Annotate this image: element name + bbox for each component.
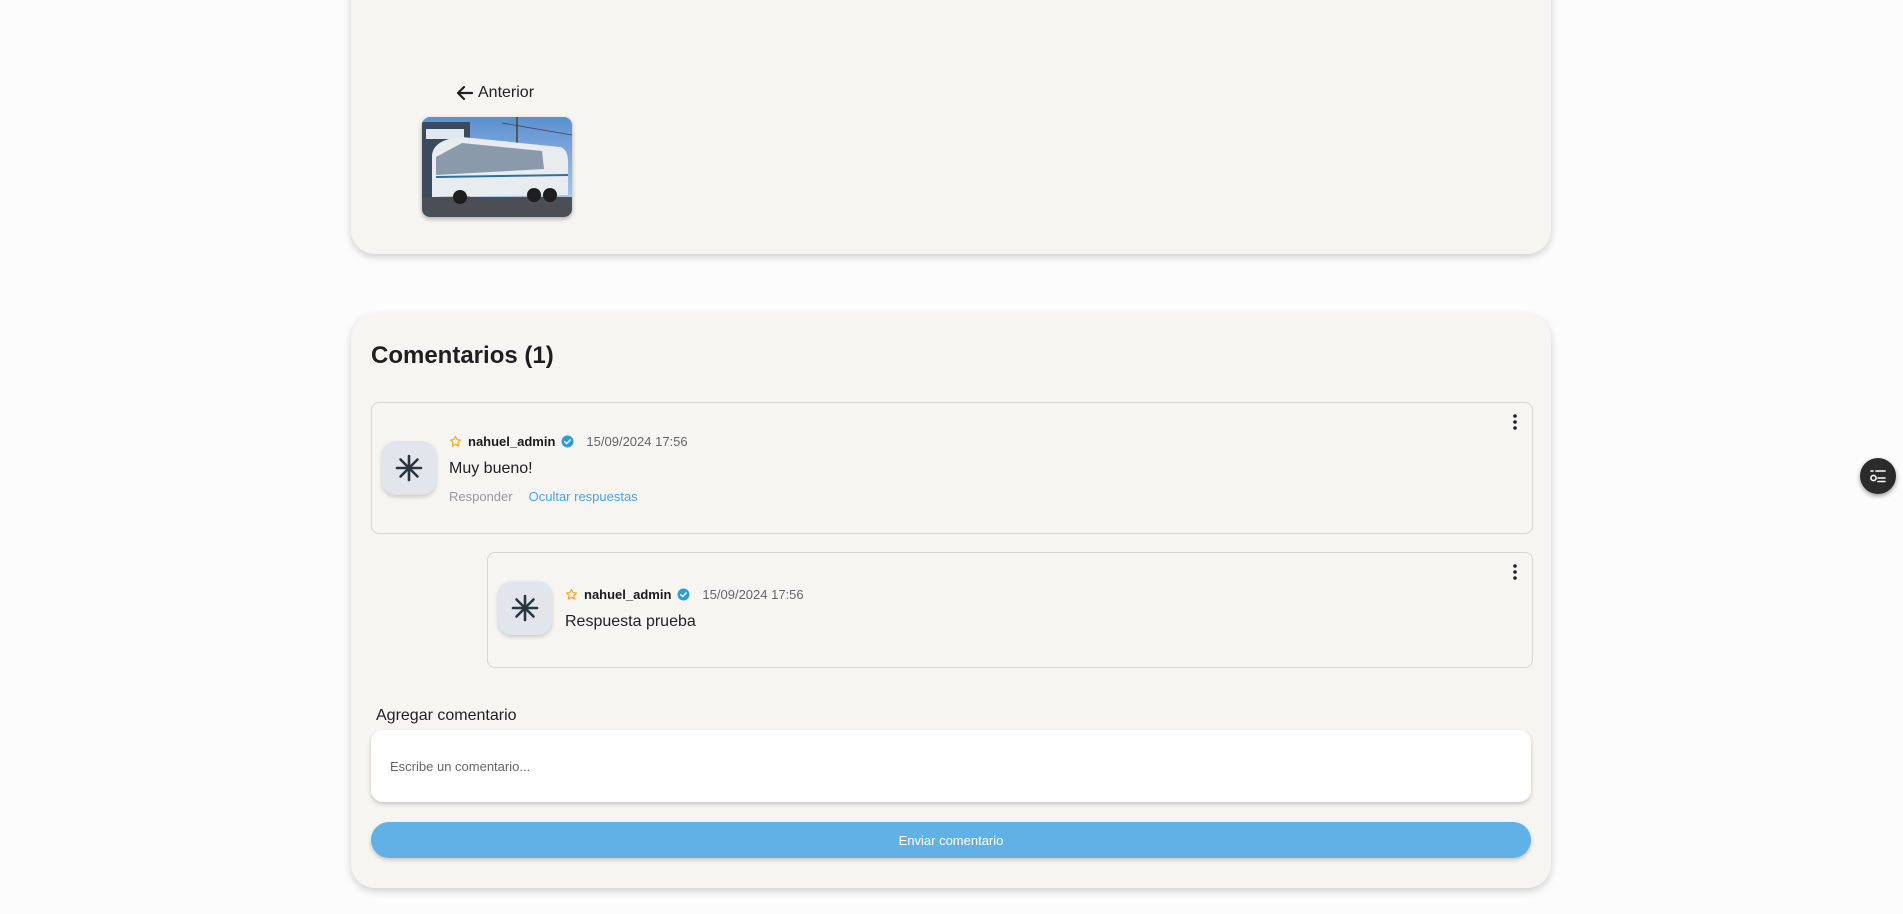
reply-item: nahuel_admin 15/09/2024 17:56 Respuesta … — [487, 552, 1533, 668]
star-outline-icon — [565, 588, 578, 600]
reply-button[interactable]: Responder — [449, 489, 513, 504]
media-card: Anterior — [351, 0, 1551, 254]
arrow-left-icon — [457, 86, 473, 100]
previous-link[interactable]: Anterior — [457, 84, 534, 102]
comments-card: Comentarios (1) nahuel_admin 15/09/2024 … — [351, 314, 1551, 888]
star-outline-icon — [449, 435, 462, 447]
username[interactable]: nahuel_admin — [468, 434, 555, 449]
asterisk-icon — [511, 594, 539, 622]
toggle-list-icon — [1870, 470, 1886, 483]
floating-settings-button[interactable] — [1860, 458, 1896, 494]
comment-date: 15/09/2024 17:56 — [702, 587, 804, 602]
comment-meta: nahuel_admin 15/09/2024 17:56 — [565, 587, 804, 602]
send-comment-button[interactable]: Enviar comentario — [371, 822, 1531, 858]
avatar[interactable] — [382, 441, 436, 495]
asterisk-icon — [395, 454, 423, 482]
add-comment-label: Agregar comentario — [376, 707, 517, 724]
comment-text: Muy bueno! — [449, 460, 533, 477]
comment-item: nahuel_admin 15/09/2024 17:56 Muy bueno!… — [371, 402, 1533, 534]
more-vertical-icon[interactable] — [1510, 563, 1520, 581]
comment-text: Respuesta prueba — [565, 613, 696, 630]
comment-meta: nahuel_admin 15/09/2024 17:56 — [449, 434, 688, 449]
comment-date: 15/09/2024 17:56 — [586, 434, 688, 449]
previous-link-label: Anterior — [478, 84, 535, 101]
image-thumbnail[interactable] — [422, 117, 572, 217]
comments-title: Comentarios (1) — [371, 342, 554, 369]
hide-replies-button[interactable]: Ocultar respuestas — [529, 489, 638, 504]
comment-input[interactable] — [371, 730, 1531, 802]
verified-badge-icon — [561, 435, 574, 448]
verified-badge-icon — [677, 588, 690, 601]
avatar[interactable] — [498, 581, 552, 635]
bus-photo — [422, 117, 572, 217]
more-vertical-icon[interactable] — [1510, 413, 1520, 431]
username[interactable]: nahuel_admin — [584, 587, 671, 602]
comment-actions: Responder Ocultar respuestas — [449, 489, 638, 504]
